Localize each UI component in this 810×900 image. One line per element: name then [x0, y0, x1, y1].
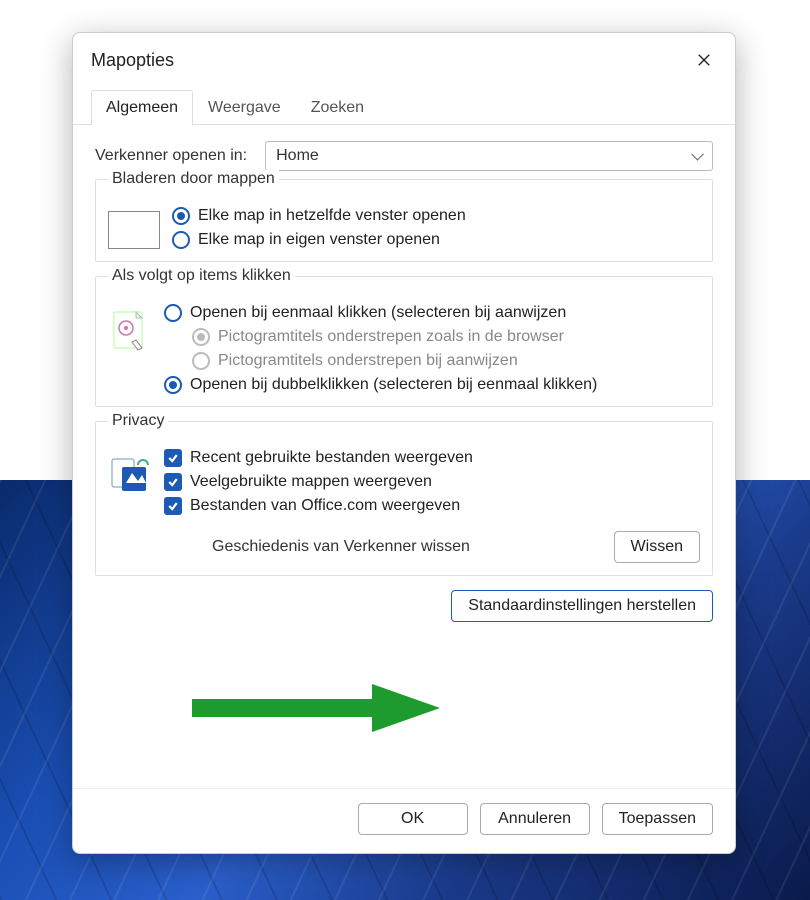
privacy-check-label: Veelgebruikte mappen weergeven: [190, 473, 432, 491]
radio-icon: [192, 352, 210, 370]
browse-group: Bladeren door mappen Elke map in hetzelf…: [95, 179, 713, 262]
close-icon: [697, 53, 711, 67]
title-bar: Mapopties: [73, 33, 735, 83]
click-items-legend: Als volgt op items klikken: [108, 267, 295, 285]
privacy-group: Privacy Recent gebruikte bestanden weerg…: [95, 421, 713, 576]
browse-option-same-window[interactable]: Elke map in hetzelfde venster openen: [172, 207, 700, 225]
privacy-check-label: Recent gebruikte bestanden weergeven: [190, 449, 473, 467]
open-in-label: Verkenner openen in:: [95, 147, 247, 165]
apply-button[interactable]: Toepassen: [602, 803, 713, 835]
click-option-single[interactable]: Openen bij eenmaal klikken (selecteren b…: [164, 304, 700, 322]
open-in-select[interactable]: Home: [265, 141, 713, 171]
checkbox-icon: [164, 449, 182, 467]
dialog-footer: OK Annuleren Toepassen: [73, 788, 735, 853]
tab-content: Verkenner openen in: Home Bladeren door …: [73, 125, 735, 788]
privacy-check-frequent[interactable]: Veelgebruikte mappen weergeven: [164, 473, 700, 491]
folder-options-dialog: Mapopties Algemeen Weergave Zoeken Verke…: [72, 32, 736, 854]
radio-icon: [164, 304, 182, 322]
radio-icon: [164, 376, 182, 394]
privacy-check-office[interactable]: Bestanden van Office.com weergeven: [164, 497, 700, 515]
privacy-icon: [108, 453, 152, 497]
history-label: Geschiedenis van Verkenner wissen: [212, 538, 470, 556]
open-in-value: Home: [276, 147, 319, 165]
privacy-check-label: Bestanden van Office.com weergeven: [190, 497, 460, 515]
tab-weergave[interactable]: Weergave: [193, 90, 296, 125]
click-sub-label: Pictogramtitels onderstrepen bij aanwijz…: [218, 352, 518, 370]
click-option-label: Openen bij eenmaal klikken (selecteren b…: [190, 304, 566, 322]
radio-icon: [192, 328, 210, 346]
browse-option-label: Elke map in eigen venster openen: [198, 231, 440, 249]
browse-option-own-window[interactable]: Elke map in eigen venster openen: [172, 231, 700, 249]
click-option-double[interactable]: Openen bij dubbelklikken (selecteren bij…: [164, 376, 700, 394]
restore-row: Standaardinstellingen herstellen: [95, 590, 713, 622]
folder-icon: [108, 211, 160, 249]
ok-button[interactable]: OK: [358, 803, 468, 835]
tab-algemeen[interactable]: Algemeen: [91, 90, 193, 125]
restore-defaults-button[interactable]: Standaardinstellingen herstellen: [451, 590, 713, 622]
click-sub-underline-hover: Pictogramtitels onderstrepen bij aanwijz…: [192, 352, 700, 370]
click-sub-underline-browser: Pictogramtitels onderstrepen zoals in de…: [192, 328, 700, 346]
dialog-title: Mapopties: [91, 50, 174, 71]
click-document-icon: [108, 308, 152, 356]
open-in-row: Verkenner openen in: Home: [95, 141, 713, 171]
checkbox-icon: [164, 473, 182, 491]
browse-option-label: Elke map in hetzelfde venster openen: [198, 207, 466, 225]
close-button[interactable]: [691, 47, 717, 73]
cancel-button[interactable]: Annuleren: [480, 803, 590, 835]
click-sub-label: Pictogramtitels onderstrepen zoals in de…: [218, 328, 564, 346]
browse-legend: Bladeren door mappen: [108, 170, 279, 188]
radio-icon: [172, 207, 190, 225]
privacy-check-recent[interactable]: Recent gebruikte bestanden weergeven: [164, 449, 700, 467]
click-items-group: Als volgt op items klikken Openen bij ee…: [95, 276, 713, 407]
privacy-legend: Privacy: [108, 412, 168, 430]
tab-bar: Algemeen Weergave Zoeken: [73, 89, 735, 125]
clear-history-button[interactable]: Wissen: [614, 531, 700, 563]
radio-icon: [172, 231, 190, 249]
click-option-label: Openen bij dubbelklikken (selecteren bij…: [190, 376, 597, 394]
checkbox-icon: [164, 497, 182, 515]
tab-zoeken[interactable]: Zoeken: [296, 90, 379, 125]
history-row: Geschiedenis van Verkenner wissen Wissen: [212, 531, 700, 563]
